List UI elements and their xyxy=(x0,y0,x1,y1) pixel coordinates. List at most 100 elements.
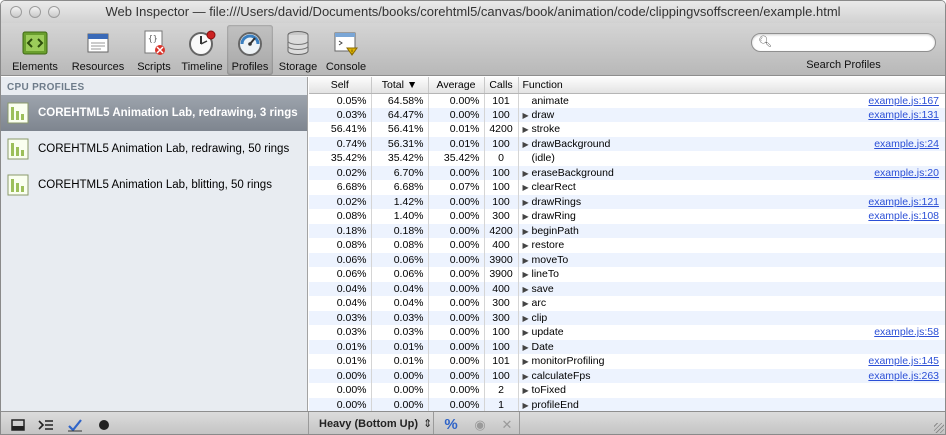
function-name: drawRing xyxy=(531,210,576,223)
table-row[interactable]: 0.04% 0.04% 0.00% 400 ▶ save xyxy=(309,281,945,296)
disclosure-triangle-icon[interactable]: ▶ xyxy=(523,125,532,134)
table-row[interactable]: 0.06% 0.06% 0.00% 3900 ▶ lineTo xyxy=(309,267,945,282)
column-header-function[interactable]: Function xyxy=(518,77,945,94)
percent-toggle-icon[interactable]: % xyxy=(441,416,461,433)
toolbar-elements-button[interactable]: Elements xyxy=(5,25,65,75)
disclosure-triangle-icon[interactable]: ▶ xyxy=(523,401,532,410)
disclosure-triangle-icon[interactable]: ▶ xyxy=(523,212,532,221)
column-header-self[interactable]: Self xyxy=(309,77,372,94)
table-row[interactable]: 0.03% 0.03% 0.00% 100 ▶ update example.js:58 xyxy=(309,325,945,340)
cell-calls: 0 xyxy=(484,151,519,166)
function-name: save xyxy=(531,282,554,295)
resize-grip-icon[interactable] xyxy=(934,423,944,433)
cell-function: ▶ draw example.js:131 xyxy=(518,107,945,122)
disclosure-triangle-icon[interactable]: ▶ xyxy=(523,299,532,308)
table-row[interactable]: 0.74% 56.31% 0.01% 100 ▶ drawBackground exampl… xyxy=(309,136,945,151)
view-mode-select[interactable]: Heavy (Bottom Up) ⇕ xyxy=(319,417,432,430)
cell-average: 0.00% xyxy=(428,107,485,122)
table-row[interactable]: 0.03% 0.03% 0.00% 300 ▶ clip xyxy=(309,310,945,325)
cell-average: 0.01% xyxy=(428,136,485,151)
disclosure-triangle-icon[interactable]: ▶ xyxy=(523,227,532,236)
status-bar: Heavy (Bottom Up) ⇕ % ◉ ✕ xyxy=(1,411,945,434)
table-row[interactable]: 0.01% 0.01% 0.00% 101 ▶ monitorProfiling examp… xyxy=(309,354,945,369)
exclude-close-icon[interactable]: ✕ xyxy=(497,416,517,433)
table-row[interactable]: 0.00% 0.00% 0.00% 1 ▶ profileEnd xyxy=(309,397,945,411)
table-row[interactable]: 0.03% 64.47% 0.00% 100 ▶ draw example.js:131 xyxy=(309,107,945,122)
cell-self: 0.02% xyxy=(309,194,372,209)
disclosure-triangle-icon[interactable]: ▶ xyxy=(523,140,532,149)
table-row[interactable]: 0.01% 0.01% 0.00% 100 ▶ Date xyxy=(309,339,945,354)
table-row[interactable]: 0.00% 0.00% 0.00% 100 ▶ calculateFps example.j… xyxy=(309,368,945,383)
search-input[interactable] xyxy=(772,35,930,50)
cell-total: 0.08% xyxy=(371,238,429,253)
table-row[interactable]: 56.41% 56.41% 0.01% 4200 ▶ stroke xyxy=(309,122,945,137)
column-header-average[interactable]: Average xyxy=(428,77,485,94)
disclosure-triangle-icon[interactable]: ▶ xyxy=(523,183,532,192)
cell-function: ▶ monitorProfiling example.js:145 xyxy=(518,354,945,369)
toolbar-scripts-button[interactable]: {} Scripts xyxy=(131,25,177,75)
disclosure-triangle-icon[interactable]: ▶ xyxy=(523,241,532,250)
profile-item-redrawing-50-rings[interactable]: COREHTML5 Animation Lab, redrawing, 50 r… xyxy=(1,131,307,167)
profile-item-blitting-50-rings[interactable]: COREHTML5 Animation Lab, blitting, 50 ri… xyxy=(1,167,307,203)
cell-function: (idle) xyxy=(518,151,945,166)
table-row[interactable]: 0.08% 0.08% 0.00% 400 ▶ restore xyxy=(309,238,945,253)
source-link[interactable]: example.js:20 xyxy=(874,167,939,179)
column-header-total[interactable]: Total ▼ xyxy=(371,77,429,94)
disclosure-triangle-icon[interactable]: ▶ xyxy=(523,372,532,381)
table-row[interactable]: 0.00% 0.00% 0.00% 2 ▶ toFixed xyxy=(309,383,945,398)
disclosure-triangle-icon[interactable]: ▶ xyxy=(523,198,532,207)
source-link[interactable]: example.js:167 xyxy=(868,95,939,107)
table-row[interactable]: 0.08% 1.40% 0.00% 300 ▶ drawRing example.js:10… xyxy=(309,209,945,224)
cell-function: ▶ toFixed xyxy=(518,383,945,398)
disclosure-triangle-icon[interactable]: ▶ xyxy=(523,328,532,337)
toolbar-profiles-button[interactable]: Profiles xyxy=(227,25,273,75)
console-toggle-icon[interactable] xyxy=(36,416,56,433)
table-row[interactable]: 0.02% 1.42% 0.00% 100 ▶ drawRings example.js:1… xyxy=(309,194,945,209)
source-link[interactable]: example.js:108 xyxy=(868,210,939,222)
checkmark-icon[interactable] xyxy=(65,416,85,433)
cell-average: 0.00% xyxy=(428,238,485,253)
cell-average: 0.00% xyxy=(428,296,485,311)
table-row[interactable]: 0.18% 0.18% 0.00% 4200 ▶ beginPath xyxy=(309,223,945,238)
profile-item-redrawing-3-rings[interactable]: COREHTML5 Animation Lab, redrawing, 3 ri… xyxy=(1,95,307,131)
cell-total: 0.00% xyxy=(371,397,429,411)
table-row[interactable]: 0.05% 64.58% 0.00% 101 animate example.js:167 xyxy=(309,93,945,108)
table-row[interactable]: 0.02% 6.70% 0.00% 100 ▶ eraseBackground exampl… xyxy=(309,165,945,180)
source-link[interactable]: example.js:263 xyxy=(868,370,939,382)
disclosure-triangle-icon[interactable]: ▶ xyxy=(523,285,532,294)
focus-eye-icon[interactable]: ◉ xyxy=(469,416,491,433)
source-link[interactable]: example.js:131 xyxy=(868,109,939,121)
function-name: beginPath xyxy=(531,224,579,237)
toolbar-console-button[interactable]: ! Console xyxy=(323,25,369,75)
table-row[interactable]: 6.68% 6.68% 0.07% 100 ▶ clearRect xyxy=(309,180,945,195)
status-divider xyxy=(519,412,520,434)
toolbar-timeline-button[interactable]: Timeline xyxy=(179,25,225,75)
disclosure-triangle-icon[interactable]: ▶ xyxy=(523,169,532,178)
table-row[interactable]: 0.04% 0.04% 0.00% 300 ▶ arc xyxy=(309,296,945,311)
function-name: toFixed xyxy=(531,384,566,397)
function-name: eraseBackground xyxy=(531,166,614,179)
disclosure-triangle-icon[interactable]: ▶ xyxy=(523,343,532,352)
status-divider xyxy=(308,412,309,434)
record-icon[interactable] xyxy=(94,416,114,433)
toolbar-resources-button[interactable]: Resources xyxy=(69,25,127,75)
search-profiles-field[interactable]: 🔍︎ xyxy=(751,33,936,52)
disclosure-triangle-icon[interactable]: ▶ xyxy=(523,270,532,279)
source-link[interactable]: example.js:121 xyxy=(868,196,939,208)
cell-self: 0.04% xyxy=(309,296,372,311)
source-link[interactable]: example.js:24 xyxy=(874,138,939,150)
disclosure-triangle-icon[interactable]: ▶ xyxy=(523,314,532,323)
disclosure-triangle-icon[interactable]: ▶ xyxy=(523,357,532,366)
disclosure-triangle-icon[interactable]: ▶ xyxy=(523,111,532,120)
cell-total: 0.00% xyxy=(371,383,429,398)
table-row[interactable]: 35.42% 35.42% 35.42% 0 (idle) xyxy=(309,151,945,166)
source-link[interactable]: example.js:58 xyxy=(874,326,939,338)
cell-self: 0.00% xyxy=(309,383,372,398)
column-header-calls[interactable]: Calls xyxy=(484,77,519,94)
disclosure-triangle-icon[interactable]: ▶ xyxy=(523,386,532,395)
table-row[interactable]: 0.06% 0.06% 0.00% 3900 ▶ moveTo xyxy=(309,252,945,267)
toolbar-storage-button[interactable]: Storage xyxy=(275,25,321,75)
disclosure-triangle-icon[interactable]: ▶ xyxy=(523,256,532,265)
source-link[interactable]: example.js:145 xyxy=(868,355,939,367)
dock-icon[interactable] xyxy=(9,416,27,433)
